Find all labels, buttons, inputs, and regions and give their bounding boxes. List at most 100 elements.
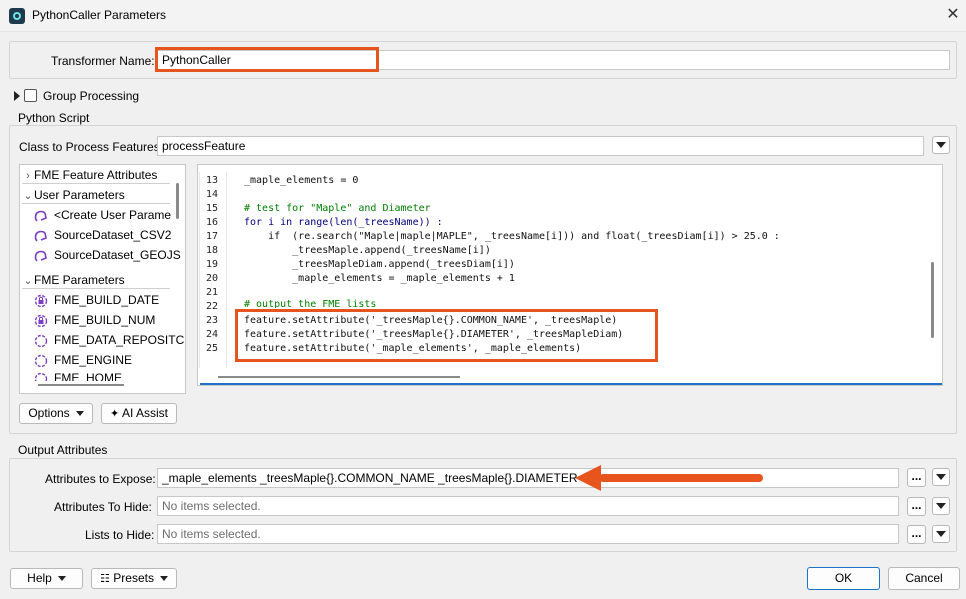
python-caller-icon (9, 8, 25, 24)
user-parameter-icon (34, 250, 47, 262)
expose-ellipsis-button[interactable]: ... (907, 468, 926, 487)
code-text: if (re.search("Maple|maple|MAPLE", _tree… (244, 231, 780, 242)
chevron-down-icon: ⌄ (23, 275, 33, 287)
hide-dropdown-button[interactable] (932, 497, 950, 515)
lists-ellipsis-button[interactable]: ... (907, 525, 926, 544)
tree-item-label: FME_DATA_REPOSITC (54, 333, 185, 347)
dropdown-arrow-icon (936, 531, 946, 537)
transformer-name-highlight (155, 47, 379, 72)
arrow-head (575, 465, 601, 491)
ai-assist-label: AI Assist (121, 406, 168, 420)
code-line: _maple_elements = _maple_elements + 1 (244, 273, 515, 284)
lock-parameter-icon (34, 372, 48, 381)
tree-section-label: User Parameters (34, 188, 125, 202)
tree-section-user-parameters[interactable]: ⌄User Parameters (22, 186, 170, 204)
title-bar: PythonCaller Parameters ✕ (0, 0, 966, 32)
arrow-icon (575, 465, 765, 491)
expand-triangle-icon[interactable] (14, 91, 20, 101)
attributes-to-hide-input[interactable]: No items selected. (157, 496, 899, 516)
lock-parameter-icon (34, 334, 48, 348)
presets-icon: ☷ (100, 573, 110, 585)
parameter-tree: › FME Feature Attributes ⌄User Parameters… (19, 164, 186, 394)
tree-item-label: SourceDataset_GEOJS (54, 248, 181, 262)
tree-item-label: FME_HOME (54, 371, 123, 381)
tree-item-label: FME_BUILD_DATE (54, 293, 160, 307)
line-number: 23 (205, 315, 218, 326)
dropdown-arrow-icon (57, 576, 66, 582)
dropdown-arrow-icon (936, 142, 946, 148)
tree-horizontal-scrollbar[interactable] (38, 384, 124, 386)
lists-to-hide-input[interactable]: No items selected. (157, 524, 899, 544)
code-text: _treesMapleDiam.append(_treesDiam[i]) (244, 259, 515, 270)
transformer-name-label: Transformer Name: (51, 54, 155, 68)
code-text: # test for "Maple" and Diameter (244, 203, 431, 214)
tree-section-label: FME Parameters (34, 273, 125, 287)
chevron-right-icon: › (26, 170, 30, 182)
user-parameter-icon (34, 230, 47, 242)
help-label: Help (27, 571, 52, 585)
code-line: if (re.search("Maple|maple|MAPLE", _tree… (244, 231, 780, 242)
group-processing-checkbox[interactable] (24, 89, 37, 102)
attributes-to-expose-label: Attributes to Expose: (45, 472, 156, 486)
class-to-process-input[interactable]: processFeature (157, 136, 924, 156)
line-number: 18 (205, 245, 218, 256)
tree-item-label: FME_ENGINE (54, 353, 133, 367)
tree-item-label: <Create User Parame (54, 208, 172, 222)
hide-ellipsis-button[interactable]: ... (907, 497, 926, 516)
window-title: PythonCaller Parameters (32, 8, 167, 22)
code-line: for i in range(len(_treesName)) : (244, 217, 443, 228)
class-to-process-value: processFeature (162, 139, 246, 153)
line-number: 20 (205, 273, 218, 284)
code-vertical-scrollbar[interactable] (931, 262, 934, 338)
tree-item-source-geojson[interactable]: SourceDataset_GEOJS (34, 246, 181, 264)
code-line: _treesMaple.append(_treesName[i]) (244, 245, 491, 256)
code-line: _maple_elements = 0 (244, 175, 358, 186)
ai-assist-button[interactable]: ✦ AI Assist (101, 403, 177, 424)
lists-to-hide-label: Lists to Hide: (85, 528, 155, 542)
tree-item-create-user-parameter[interactable]: <Create User Parame (34, 206, 171, 224)
lists-dropdown-button[interactable] (932, 525, 950, 543)
tree-item-fme-build-date[interactable]: FME_BUILD_DATE (34, 291, 159, 309)
tree-item-label: FME_BUILD_NUM (54, 313, 156, 327)
ok-button[interactable]: OK (807, 567, 880, 590)
line-number: 25 (205, 343, 218, 354)
tree-section-fme-parameters[interactable]: ⌄FME Parameters (22, 271, 170, 289)
cancel-label: Cancel (905, 571, 943, 585)
tree-section-label: FME Feature Attributes (34, 168, 158, 182)
blue-accent-line (200, 383, 942, 385)
help-button[interactable]: Help (10, 568, 83, 589)
code-line: # output the FME lists (244, 299, 376, 308)
code-line: _treesMapleDiam.append(_treesDiam[i]) (244, 259, 515, 270)
code-text: # output the FME lists (244, 299, 377, 308)
code-horizontal-scrollbar[interactable] (218, 376, 460, 378)
line-number: 16 (205, 217, 218, 228)
line-number: 14 (205, 189, 218, 200)
tree-item-fme-data-repository[interactable]: FME_DATA_REPOSITC (34, 331, 184, 349)
tree-item-fme-build-num[interactable]: FME_BUILD_NUM (34, 311, 155, 329)
tree-section-fme-feature-attributes[interactable]: › FME Feature Attributes (22, 166, 170, 184)
expose-dropdown-button[interactable] (932, 468, 950, 486)
lock-parameter-icon (34, 354, 48, 368)
tree-item-fme-engine[interactable]: FME_ENGINE (34, 351, 132, 369)
ok-label: OK (834, 571, 853, 585)
presets-button[interactable]: ☷ Presets (91, 568, 177, 589)
code-highlight (235, 309, 658, 362)
tree-vertical-scrollbar[interactable] (176, 183, 179, 219)
attributes-to-expose-input[interactable]: _maple_elements _treesMaple{}.COMMON_NAM… (157, 468, 899, 488)
lock-parameter-icon (34, 314, 48, 328)
options-button[interactable]: Options (19, 403, 93, 424)
group-processing-label: Group Processing (43, 89, 140, 103)
code-line: # test for "Maple" and Diameter (244, 203, 431, 214)
user-parameter-icon (34, 210, 47, 222)
close-icon[interactable]: ✕ (944, 6, 962, 24)
tree-item-label: SourceDataset_CSV2 (54, 228, 172, 242)
line-number: 22 (205, 301, 218, 312)
tree-item-source-csv[interactable]: SourceDataset_CSV2 (34, 226, 171, 244)
cancel-button[interactable]: Cancel (888, 567, 960, 590)
line-number: 13 (205, 175, 218, 186)
class-dropdown-button[interactable] (932, 136, 950, 154)
output-attributes-title: Output Attributes (18, 443, 108, 457)
tree-item-fme-home[interactable]: FME_HOME (34, 369, 122, 381)
dropdown-arrow-icon (159, 576, 168, 582)
class-to-process-label: Class to Process Features: (19, 140, 164, 154)
